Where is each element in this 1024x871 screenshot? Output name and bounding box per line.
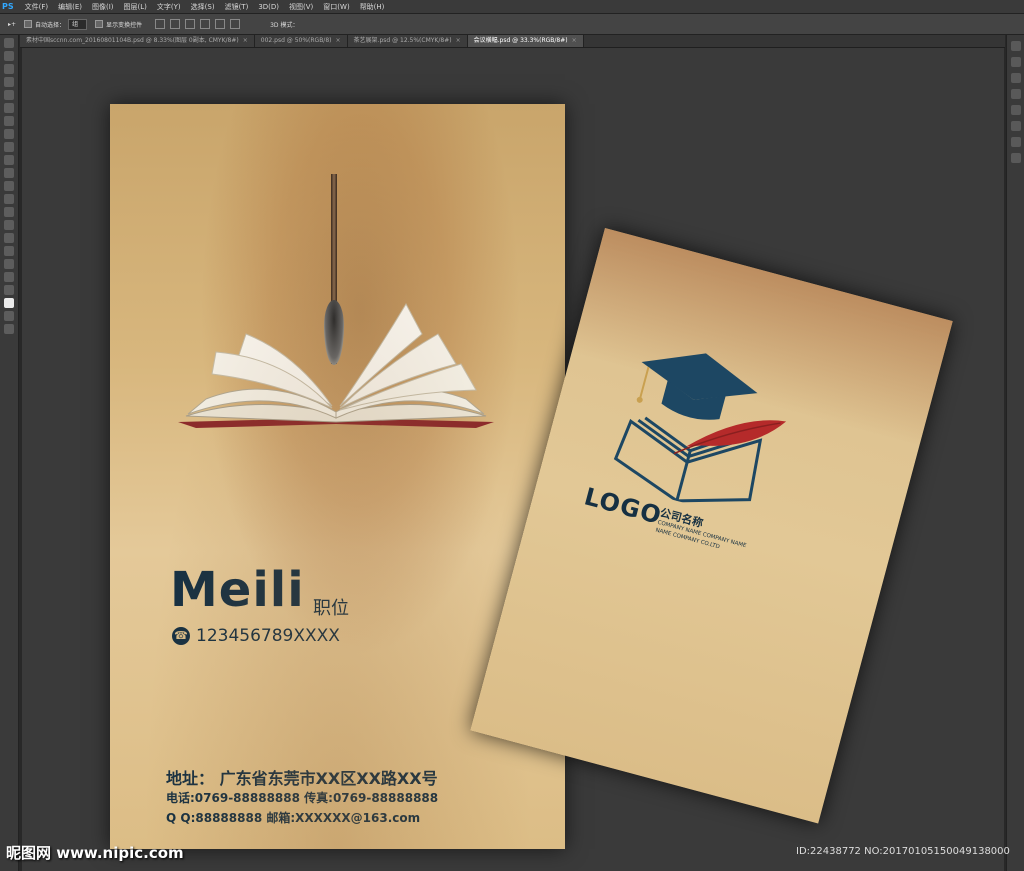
photoshop-logo: PS [2, 2, 14, 11]
eyedropper-tool-icon[interactable] [4, 103, 14, 113]
close-icon[interactable]: × [243, 37, 248, 44]
menu-help[interactable]: 帮助(H) [355, 2, 390, 12]
qq-email-text: Q Q:88888888 邮箱:XXXXXX@163.com [166, 811, 421, 825]
mode-3d-label: 3D 模式： [270, 21, 299, 29]
auto-select-option[interactable]: 自动选择： 组 [24, 18, 88, 30]
document-tabs: 素材中国sccnn.com_20160801104B.psd @ 8.33%(图… [20, 35, 1005, 48]
menu-select[interactable]: 选择(S) [186, 2, 220, 12]
adjustments-panel-icon[interactable] [1011, 89, 1021, 99]
lasso-tool-icon[interactable] [4, 64, 14, 74]
menu-type[interactable]: 文字(Y) [152, 2, 186, 12]
tools-panel [0, 35, 19, 871]
screen-mode-icon[interactable] [4, 324, 14, 334]
align-middle-icon[interactable] [170, 19, 181, 29]
align-top-icon[interactable] [155, 19, 166, 29]
gradient-tool-icon[interactable] [4, 181, 14, 191]
blur-tool-icon[interactable] [4, 194, 14, 204]
tab-label: 002.psd @ 50%(RGB/8) [260, 37, 332, 44]
phone-row: ☎ 123456789XXXX [172, 626, 340, 646]
dodge-tool-icon[interactable] [4, 207, 14, 217]
menu-view[interactable]: 视图(V) [284, 2, 318, 12]
stamp-tool-icon[interactable] [4, 142, 14, 152]
brush-tool-icon[interactable] [4, 129, 14, 139]
crop-tool-icon[interactable] [4, 90, 14, 100]
align-bottom-icon[interactable] [185, 19, 196, 29]
align-buttons [150, 19, 241, 29]
menu-edit[interactable]: 编辑(E) [53, 2, 87, 12]
tab-document-3[interactable]: 茶艺展架.psd @ 12.5%(CMYK/8#) × [347, 35, 468, 47]
character-panel-icon[interactable] [1011, 121, 1021, 131]
tel-fax-text: 电话:0769-88888888 传真:0769-88888888 [166, 791, 439, 805]
tab-label: 素材中国sccnn.com_20160801104B.psd @ 8.33%(图… [26, 37, 239, 44]
menu-file[interactable]: 文件(F) [20, 2, 54, 12]
history-brush-tool-icon[interactable] [4, 155, 14, 165]
person-name: Meili [170, 562, 305, 618]
menu-image[interactable]: 图像(I) [87, 2, 119, 12]
menu-layer[interactable]: 图层(L) [119, 2, 152, 12]
menu-3d[interactable]: 3D(D) [253, 3, 284, 11]
address-text: 地址： 广东省东莞市XX区XX路XX号 [166, 769, 438, 788]
zoom-tool-icon[interactable] [4, 285, 14, 295]
eraser-tool-icon[interactable] [4, 168, 14, 178]
tab-document-2[interactable]: 002.psd @ 50%(RGB/8) × [254, 35, 348, 47]
quick-mask-icon[interactable] [4, 311, 14, 321]
auto-select-checkbox[interactable] [24, 20, 33, 28]
color-swatch-icon[interactable] [4, 298, 14, 308]
options-bar: ▸+ 自动选择： 组 显示变换控件 3D 模式： [0, 14, 1024, 35]
history-panel-icon[interactable] [1011, 41, 1021, 51]
swatches-panel-icon[interactable] [1011, 73, 1021, 83]
panels-dock [1006, 35, 1024, 871]
path-select-tool-icon[interactable] [4, 246, 14, 256]
brush-tip-icon [324, 300, 344, 365]
quick-select-tool-icon[interactable] [4, 77, 14, 87]
healing-tool-icon[interactable] [4, 116, 14, 126]
align-center-icon[interactable] [215, 19, 226, 29]
type-tool-icon[interactable] [4, 233, 14, 243]
close-icon[interactable]: × [572, 37, 577, 44]
close-icon[interactable]: × [336, 37, 341, 44]
job-title: 职位 [313, 598, 349, 619]
move-tool-icon[interactable]: ▸+ [8, 21, 16, 28]
tab-document-4[interactable]: 会议横幅.psd @ 33.3%(RGB/8#) × [467, 35, 584, 47]
marquee-tool-icon[interactable] [4, 51, 14, 61]
tab-label: 会议横幅.psd @ 33.3%(RGB/8#) [473, 37, 568, 44]
calligraphy-brush-icon [331, 174, 337, 364]
actions-panel-icon[interactable] [1011, 57, 1021, 67]
3d-panel-icon[interactable] [1011, 153, 1021, 163]
align-right-icon[interactable] [230, 19, 241, 29]
move-tool-icon[interactable] [4, 38, 14, 48]
open-book-icon [178, 302, 494, 428]
show-transform-option[interactable]: 显示变换控件 [95, 20, 142, 29]
menu-bar: PS 文件(F) 编辑(E) 图像(I) 图层(L) 文字(Y) 选择(S) 滤… [0, 0, 1024, 14]
close-icon[interactable]: × [456, 37, 461, 44]
align-left-icon[interactable] [200, 19, 211, 29]
show-transform-checkbox[interactable] [95, 20, 104, 28]
pen-tool-icon[interactable] [4, 220, 14, 230]
show-transform-label: 显示变换控件 [106, 21, 143, 29]
menu-window[interactable]: 窗口(W) [318, 2, 354, 12]
hand-tool-icon[interactable] [4, 272, 14, 282]
brush-panel-icon[interactable] [1011, 105, 1021, 115]
shape-tool-icon[interactable] [4, 259, 14, 269]
paragraph-panel-icon[interactable] [1011, 137, 1021, 147]
tab-label: 茶艺展架.psd @ 12.5%(CMYK/8#) [353, 37, 452, 44]
phone-icon: ☎ [172, 627, 190, 645]
watermark-left: 昵图网 www.nipic.com [6, 844, 184, 862]
phone-number: 123456789XXXX [196, 626, 340, 646]
watermark-right: ID:22438772 NO:20170105150049138000 [796, 846, 1010, 857]
auto-select-label: 自动选择： [35, 21, 66, 29]
tab-document-1[interactable]: 素材中国sccnn.com_20160801104B.psd @ 8.33%(图… [20, 35, 255, 47]
menu-filter[interactable]: 滤镜(T) [220, 2, 254, 12]
auto-select-dropdown[interactable]: 组 [68, 18, 88, 30]
